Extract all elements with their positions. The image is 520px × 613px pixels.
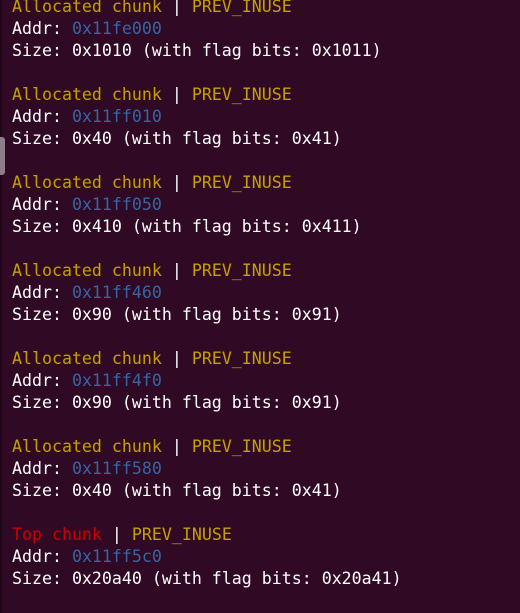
top-chunk: Top chunk | PREV_INUSE Addr: 0x11ff5c0 S… [12,524,402,612]
chunk-size-line: Size: 0x90 (with flag bits: 0x91) [12,305,342,324]
chunk-size-line: Size: 0x410 (with flag bits: 0x411) [12,217,362,236]
chunk-type: Allocated chunk [12,349,162,368]
chunk-address-line: Addr: 0x11ff460 [12,282,402,304]
separator: | [161,0,192,16]
addr-label: Addr: [12,283,72,302]
addr-label: Addr: [12,547,72,566]
chunk-address: 0x11ff460 [71,283,162,302]
chunk-type: Allocated chunk [12,261,162,280]
chunk-header: Top chunk | PREV_INUSE [12,524,402,546]
chunk-header: Allocated chunk | PREV_INUSE [12,348,402,370]
separator: | [161,437,192,456]
heap-chunk: Allocated chunk | PREV_INUSE Addr: 0x11f… [12,172,402,260]
heap-chunk: Allocated chunk | PREV_INUSE Addr: 0x11f… [12,436,402,524]
addr-label: Addr: [12,195,72,214]
separator: | [161,173,192,192]
chunk-flag: PREV_INUSE [191,437,292,456]
chunk-type: Allocated chunk [12,173,162,192]
chunk-address-line: Addr: 0x11ff010 [12,106,402,128]
chunk-flag: PREV_INUSE [191,85,292,104]
addr-label: Addr: [12,19,72,38]
terminal-window[interactable]: Allocated chunk | PREV_INUSE Addr: 0x11f… [0,0,520,613]
chunk-address: 0x11fe000 [71,19,162,38]
separator: | [161,349,192,368]
separator: | [101,525,132,544]
chunk-header: Allocated chunk | PREV_INUSE [12,172,402,194]
chunk-flag: PREV_INUSE [191,0,292,16]
chunk-type: Top chunk [12,525,102,544]
chunk-address: 0x11ff580 [71,459,162,478]
chunk-address: 0x11ff010 [71,107,162,126]
chunk-flag: PREV_INUSE [191,173,292,192]
addr-label: Addr: [12,107,72,126]
chunk-header: Allocated chunk | PREV_INUSE [12,84,402,106]
chunk-address: 0x11ff5c0 [71,547,162,566]
heap-chunk: Allocated chunk | PREV_INUSE Addr: 0x11f… [12,84,402,172]
chunk-address-line: Addr: 0x11ff4f0 [12,370,402,392]
chunk-flag: PREV_INUSE [191,349,292,368]
chunk-address-line: Addr: 0x11fe000 [12,18,402,40]
chunk-address-line: Addr: 0x11ff580 [12,458,402,480]
chunk-flag: PREV_INUSE [191,261,292,280]
heap-chunk: Allocated chunk | PREV_INUSE Addr: 0x11f… [12,0,402,84]
scrollbar-thumb[interactable] [0,137,5,175]
chunk-type: Allocated chunk [12,85,162,104]
window-edge [0,0,2,613]
chunk-size-line: Size: 0x20a40 (with flag bits: 0x20a41) [12,569,402,588]
heap-chunk-list: Allocated chunk | PREV_INUSE Addr: 0x11f… [12,0,402,612]
addr-label: Addr: [12,371,72,390]
heap-chunk: Allocated chunk | PREV_INUSE Addr: 0x11f… [12,348,402,436]
chunk-type: Allocated chunk [12,437,162,456]
separator: | [161,85,192,104]
chunk-header: Allocated chunk | PREV_INUSE [12,0,402,18]
separator: | [161,261,192,280]
chunk-size-line: Size: 0x90 (with flag bits: 0x91) [12,393,342,412]
chunk-size-line: Size: 0x40 (with flag bits: 0x41) [12,129,342,148]
chunk-type: Allocated chunk [12,0,162,16]
heap-chunk: Allocated chunk | PREV_INUSE Addr: 0x11f… [12,260,402,348]
chunk-size-line: Size: 0x1010 (with flag bits: 0x1011) [12,41,382,60]
chunk-address: 0x11ff050 [71,195,162,214]
chunk-address-line: Addr: 0x11ff050 [12,194,402,216]
chunk-flag: PREV_INUSE [131,525,232,544]
addr-label: Addr: [12,459,72,478]
chunk-header: Allocated chunk | PREV_INUSE [12,436,402,458]
chunk-header: Allocated chunk | PREV_INUSE [12,260,402,282]
chunk-size-line: Size: 0x40 (with flag bits: 0x41) [12,481,342,500]
chunk-address-line: Addr: 0x11ff5c0 [12,546,402,568]
chunk-address: 0x11ff4f0 [71,371,162,390]
